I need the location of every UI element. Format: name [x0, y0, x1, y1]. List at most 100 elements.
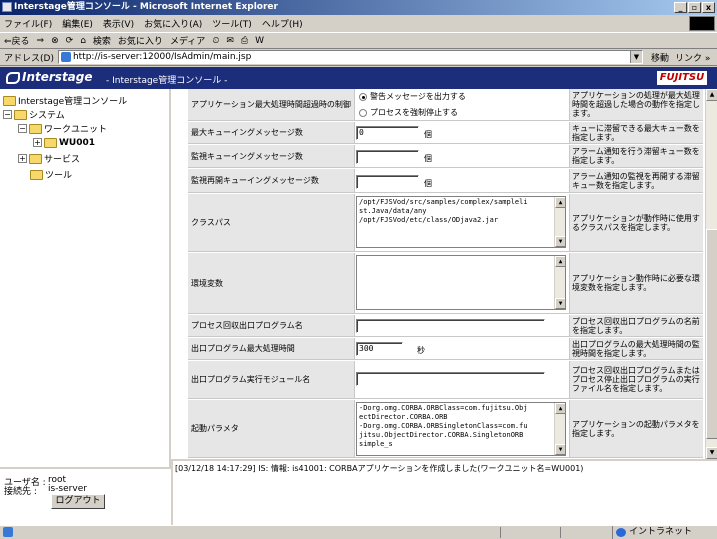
field-description: アプリケーションが動作時に使用するクラスパスを指定します。 [570, 194, 703, 251]
scrollbar[interactable]: ▲ ▼ [554, 403, 565, 455]
log-entry: [03/12/18 14:17:29] IS: 情報: is41001: COR… [175, 464, 584, 473]
favorites-button[interactable]: お気に入り [118, 34, 163, 47]
radio-icon[interactable] [359, 92, 367, 101]
startup-params-textarea[interactable]: -Dorg.omg.CORBA.ORBClass=com.fujitsu.Obj… [356, 402, 566, 456]
tree-label: Interstage管理コンソール [18, 97, 128, 107]
exit-program-input[interactable] [356, 319, 545, 333]
title-bar: Interstage管理コンソール - Microsoft Internet E… [0, 0, 717, 15]
scroll-down-icon[interactable]: ▼ [555, 236, 565, 247]
tree-node-service[interactable]: + サービス [18, 152, 80, 165]
tree-node-wu001[interactable]: + WU001 [33, 136, 95, 149]
scroll-up-icon[interactable]: ▲ [555, 403, 565, 414]
scroll-down-icon[interactable]: ▼ [555, 444, 565, 455]
field-description: プロセス回収出口プログラムの名前を指定します。 [570, 315, 703, 336]
logout-button[interactable]: ログアウト [51, 494, 105, 509]
tree-label: WU001 [59, 137, 96, 148]
minimize-button[interactable]: _ [674, 2, 687, 13]
scroll-down-icon[interactable]: ▼ [706, 447, 717, 459]
security-zone: イントラネット [612, 526, 717, 539]
history-icon[interactable]: ⏲ [212, 36, 219, 46]
address-dropdown-icon[interactable]: ▼ [629, 51, 642, 63]
field-label: 起動パラメタ [188, 400, 355, 457]
monitor-queue-input[interactable] [356, 150, 419, 164]
divider [500, 527, 501, 538]
interstage-logo-icon [6, 72, 20, 84]
settings-form: アプリケーション最大処理時間超過時の制御 警告メッセージを出力する プロセスを強… [171, 89, 705, 459]
scroll-up-icon[interactable]: ▲ [706, 89, 717, 101]
main-scrollbar[interactable]: ▲ ▼ [705, 89, 717, 459]
navigation-tree: Interstage管理コンソール − システム − ワークユニット + WU0… [0, 89, 171, 467]
address-input[interactable]: http://is-server:12000/IsAdmin/main.jsp … [57, 50, 643, 64]
tree-node-root[interactable]: Interstage管理コンソール [3, 94, 127, 107]
expand-icon[interactable]: + [33, 138, 42, 147]
print-icon[interactable]: ⎙ [241, 36, 248, 46]
folder-icon [30, 169, 43, 180]
menu-help[interactable]: ヘルプ(H) [262, 17, 303, 30]
field-label: 監視再開キューイングメッセージ数 [188, 169, 355, 192]
exit-module-input[interactable] [356, 372, 545, 386]
forward-button[interactable]: ⇒ [37, 36, 45, 46]
resume-queue-input[interactable] [356, 175, 419, 189]
menu-edit[interactable]: 編集(E) [62, 17, 93, 30]
unit-label: 秒 [417, 346, 425, 355]
stop-icon[interactable]: ⊗ [51, 36, 59, 46]
scrollbar[interactable]: ▲ ▼ [554, 197, 565, 247]
refresh-icon[interactable]: ⟳ [66, 36, 74, 46]
fujitsu-logo: FUJITSU [657, 71, 707, 85]
close-button[interactable]: x [702, 2, 715, 13]
tree-node-tool[interactable]: ツール [30, 168, 72, 181]
collapse-icon[interactable]: − [3, 110, 12, 119]
form-row-exit-program: プロセス回収出口プログラム名 プロセス回収出口プログラムの名前を指定します。 [188, 315, 703, 337]
home-icon[interactable]: ⌂ [80, 36, 86, 46]
links-button[interactable]: リンク » [675, 51, 710, 64]
max-queue-input[interactable]: 0 [356, 126, 419, 140]
scroll-down-icon[interactable]: ▼ [555, 298, 565, 309]
env-textarea[interactable]: ▲ ▼ [356, 255, 566, 310]
product-name: Interstage [22, 70, 93, 84]
field-description: プロセス回収出口プログラムまたはプロセス停止出口プログラムの実行ファイル名を指定… [570, 361, 703, 398]
classpath-textarea[interactable]: /opt/FJSVod/src/samples/complex/sampleli… [356, 196, 566, 248]
form-row-env: 環境変数 ▲ ▼ アプリケーション動作時に必要な環境変数を指定します。 [188, 253, 703, 314]
radio-label: 警告メッセージを出力する [370, 92, 466, 101]
form-row-exit-timeout: 出口プログラム最大処理時間 300 秒 出口プログラムの最大処理時間の監視時間を… [188, 338, 703, 360]
form-row-exit-module: 出口プログラム実行モジュール名 プロセス回収出口プログラムまたはプロセス停止出口… [188, 361, 703, 399]
address-label: アドレス(D) [4, 53, 54, 64]
exit-timeout-input[interactable]: 300 [356, 342, 403, 356]
go-button[interactable]: 移動 [651, 51, 669, 64]
menu-tools[interactable]: ツール(T) [212, 17, 252, 30]
expand-icon[interactable]: + [18, 154, 27, 163]
scroll-thumb[interactable] [706, 229, 717, 439]
back-button[interactable]: ⇐戻る [4, 34, 30, 47]
menu-file[interactable]: ファイル(F) [4, 17, 52, 30]
field-label: 最大キューイングメッセージ数 [188, 122, 355, 143]
user-panel: ユーザ名 : root 接続先 : is-server ログアウト [0, 467, 171, 525]
collapse-icon[interactable]: − [18, 124, 27, 133]
menu-view[interactable]: 表示(V) [103, 17, 134, 30]
menu-favorites[interactable]: お気に入り(A) [144, 17, 202, 30]
intranet-icon [616, 528, 626, 537]
tree-node-workunit[interactable]: − ワークユニット [18, 122, 107, 135]
field-description: キューに滞留できる最大キュー数を指定します。 [570, 122, 703, 143]
mail-icon[interactable]: ✉ [226, 36, 234, 46]
folder-icon [29, 153, 42, 164]
field-description: アプリケーション動作時に必要な環境変数を指定します。 [570, 253, 703, 313]
form-row-startup-params: 起動パラメタ -Dorg.omg.CORBA.ORBClass=com.fuji… [188, 400, 703, 458]
tree-node-system[interactable]: − システム [3, 108, 65, 121]
media-button[interactable]: メディア [170, 34, 205, 47]
field-value: ▲ ▼ [355, 253, 570, 313]
zone-label: イントラネット [629, 527, 693, 537]
radio-option-warn[interactable]: 警告メッセージを出力する [359, 91, 466, 102]
maximize-button[interactable]: ▫ [688, 2, 701, 13]
scroll-up-icon[interactable]: ▲ [555, 197, 565, 208]
windows-logo-icon [689, 16, 715, 31]
search-button[interactable]: 検索 [93, 34, 111, 47]
field-value: 300 秒 [355, 338, 570, 359]
scrollbar[interactable]: ▲ ▼ [554, 256, 565, 309]
textarea-content: -Dorg.omg.CORBA.ORBClass=com.fujitsu.Obj… [359, 404, 528, 448]
radio-icon[interactable] [359, 108, 367, 117]
folder-icon [3, 95, 16, 106]
radio-option-kill[interactable]: プロセスを強制停止する [359, 107, 458, 118]
scroll-up-icon[interactable]: ▲ [555, 256, 565, 267]
edit-icon[interactable]: W [255, 36, 264, 46]
ie-icon [2, 2, 12, 12]
